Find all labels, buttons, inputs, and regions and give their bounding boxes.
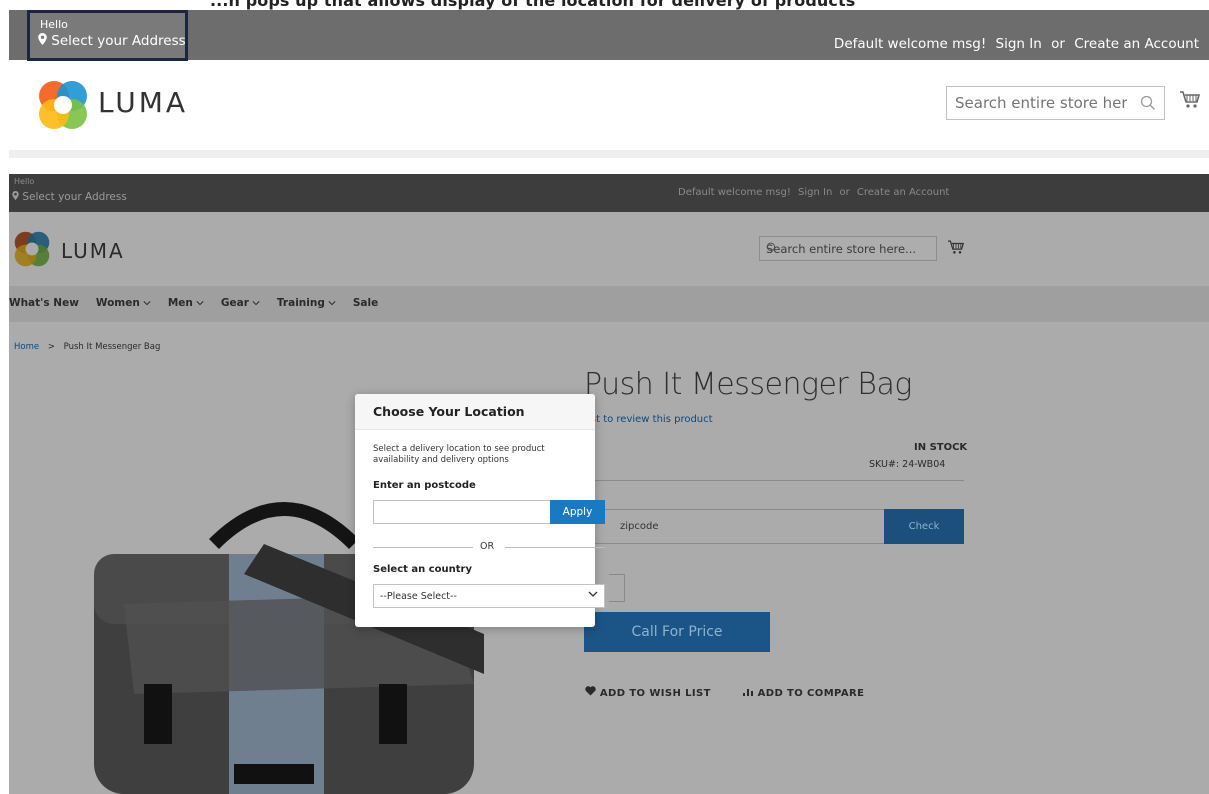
- or-divider: OR: [373, 541, 605, 553]
- nav-item-label: Gear: [220, 297, 249, 309]
- divider: [584, 480, 964, 481]
- address-row: Select your Address: [38, 33, 186, 49]
- search-icon[interactable]: [766, 242, 931, 257]
- modal-title: Choose Your Location: [355, 394, 595, 430]
- breadcrumb-home-link[interactable]: Home: [14, 342, 39, 352]
- nav-item-what-s-new[interactable]: What's New: [9, 286, 79, 309]
- nav-item-gear[interactable]: Gear: [221, 286, 260, 309]
- nav-item-sale[interactable]: Sale: [353, 286, 378, 309]
- nav-item-label: Sale: [352, 297, 379, 309]
- breadcrumb-separator: >: [47, 342, 55, 352]
- luma-logo-icon[interactable]: [38, 80, 88, 134]
- sign-in-link[interactable]: Sign In: [996, 36, 1042, 52]
- or-text: or: [1051, 36, 1065, 52]
- instruction-caption-text: ...n pops up that allows display of the …: [210, 0, 856, 10]
- welcome-message: Default welcome msg!: [833, 36, 987, 52]
- modal-description: Select a delivery location to see produc…: [373, 444, 545, 465]
- stock-status: IN STOCK: [914, 442, 968, 453]
- zoomed-select-address-button[interactable]: Hello Select your Address: [27, 10, 188, 61]
- search-icon[interactable]: [1140, 95, 1156, 115]
- divider-line: [373, 547, 473, 548]
- search-box[interactable]: Search entire store here...: [759, 236, 937, 261]
- sku-label: SKU#:: [869, 459, 900, 470]
- check-button[interactable]: Check: [884, 509, 964, 544]
- cart-icon[interactable]: [948, 240, 965, 259]
- nav-item-label: What's New: [9, 297, 79, 309]
- chevron-down-icon: [196, 297, 204, 309]
- nav-item-training[interactable]: Training: [277, 286, 336, 309]
- create-account-link[interactable]: Create an Account: [857, 187, 949, 198]
- sign-in-link[interactable]: Sign In: [798, 187, 832, 198]
- choose-location-modal: Choose Your Location Select a delivery l…: [355, 394, 605, 627]
- or-text: OR: [480, 541, 495, 552]
- sku-value: 24-WB04: [902, 459, 946, 470]
- page-header-bar: Hello Select your Address Default welcom…: [9, 174, 1209, 212]
- chevron-down-icon: [143, 297, 151, 309]
- divider-line: [505, 547, 605, 548]
- call-for-price-button[interactable]: Call For Price: [584, 612, 770, 652]
- chevron-down-icon: [252, 297, 260, 309]
- page-header-links: Default welcome msg! Sign In or Create a…: [678, 187, 953, 198]
- welcome-message: Default welcome msg!: [678, 187, 791, 198]
- luma-logo-text[interactable]: LUMA: [61, 239, 125, 263]
- select-address-label: Select your Address: [22, 191, 127, 203]
- hello-text: Hello: [40, 18, 68, 31]
- select-address-button[interactable]: Select your Address: [12, 191, 127, 203]
- zipcode-input[interactable]: zipcode: [584, 509, 885, 544]
- breadcrumb: Home > Push It Messenger Bag: [14, 342, 160, 352]
- add-to-wishlist-link[interactable]: ADD TO WISH LIST: [585, 686, 729, 699]
- wishlist-label: ADD TO WISH LIST: [599, 688, 711, 699]
- compare-label: ADD TO COMPARE: [757, 688, 865, 699]
- create-account-link[interactable]: Create an Account: [1074, 36, 1199, 52]
- screenshot-page: ...n pops up that allows display of the …: [0, 0, 1209, 794]
- nav-item-label: Women: [95, 297, 140, 309]
- review-link[interactable]: irst to review this product: [584, 414, 713, 425]
- zoomed-search-box[interactable]: [946, 86, 1165, 120]
- instruction-caption: ...n pops up that allows display of the …: [0, 0, 1209, 10]
- country-label: Select an country: [373, 564, 472, 575]
- main-navigation: What's New Women Men Gear Training Sale: [9, 286, 1209, 322]
- product-actions: ADD TO WISH LIST ADD TO COMPARE: [585, 686, 892, 699]
- select-address-label: Select your Address: [51, 33, 186, 49]
- heart-icon: [585, 686, 596, 696]
- cart-icon[interactable]: [1180, 91, 1201, 113]
- country-selected-value: --Please Select--: [380, 591, 457, 602]
- map-pin-icon: [12, 191, 19, 203]
- luma-logo-text[interactable]: LUMA: [98, 86, 188, 119]
- zoomed-header-links: Default welcome msg! Sign In or Create a…: [829, 36, 1199, 52]
- postcode-input[interactable]: [373, 500, 551, 524]
- apply-button[interactable]: Apply: [550, 500, 605, 524]
- zoomed-search-input[interactable]: [947, 87, 1127, 119]
- hello-text: Hello: [14, 177, 35, 186]
- zoomed-header-bar: Default welcome msg! Sign In or Create a…: [9, 10, 1209, 60]
- breadcrumb-current: Push It Messenger Bag: [63, 342, 161, 352]
- sku: SKU#: 24-WB04: [869, 459, 945, 470]
- postcode-label: Enter an postcode: [373, 480, 476, 491]
- or-text: or: [839, 187, 850, 198]
- nav-item-women[interactable]: Women: [96, 286, 151, 309]
- nav-list: What's New Women Men Gear Training Sale: [9, 286, 1209, 309]
- nav-item-label: Men: [167, 297, 193, 309]
- luma-logo-icon[interactable]: [14, 231, 50, 271]
- nav-item-label: Training: [276, 297, 325, 309]
- bar-chart-icon: [742, 689, 753, 696]
- nav-item-men[interactable]: Men: [168, 286, 204, 309]
- country-select[interactable]: --Please Select--: [373, 584, 605, 608]
- product-title: Push It Messenger Bag: [584, 367, 912, 402]
- chevron-down-icon: [328, 297, 336, 309]
- product-page-frame: Hello Select your Address Default welcom…: [9, 174, 1209, 794]
- zoom-separator: [9, 150, 1209, 158]
- add-to-compare-link[interactable]: ADD TO COMPARE: [742, 688, 879, 699]
- map-pin-icon: [38, 33, 47, 49]
- chevron-down-icon: [588, 589, 598, 602]
- qty-input[interactable]: [609, 574, 625, 602]
- zipcode-placeholder: zipcode: [620, 521, 659, 532]
